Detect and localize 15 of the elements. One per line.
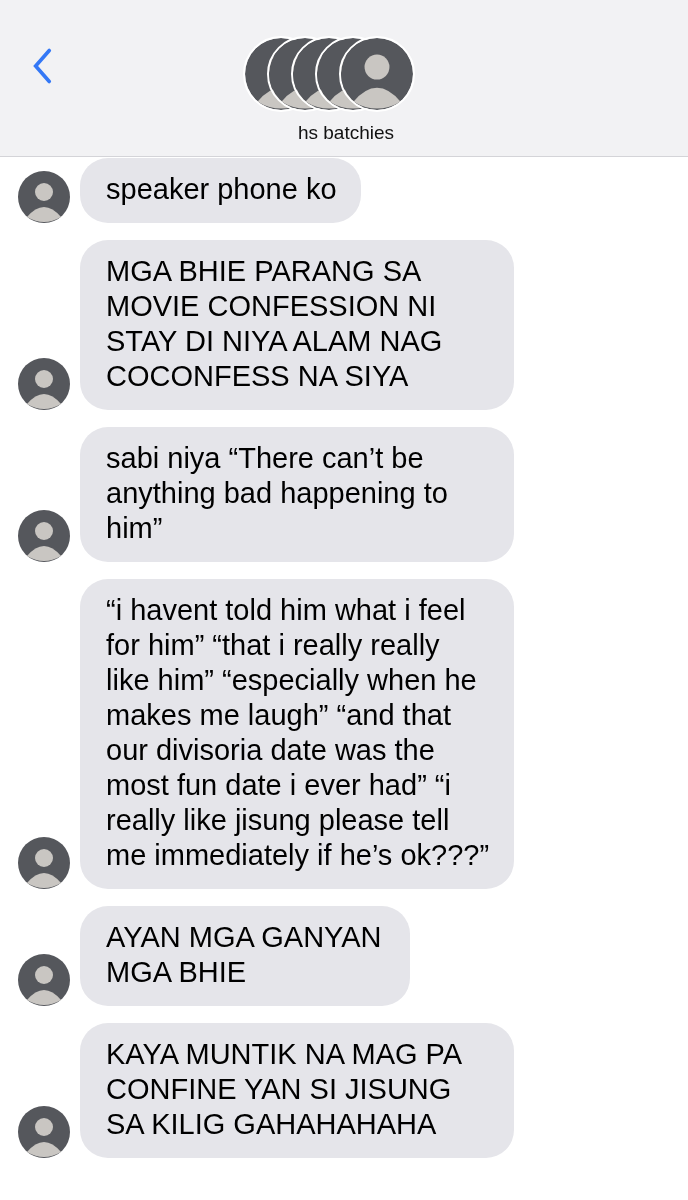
message-bubble: sabi niya “There can’t be anything bad happening to him” [80,427,514,562]
message-bubble: AYAN MGA GANYAN MGA BHIE [80,906,410,1006]
avatar-icon [18,510,70,562]
message-bubble: speaker phone ko [80,158,361,223]
conversation-title[interactable]: hs batchies [293,122,395,144]
avatar-icon [339,36,415,112]
message-bubble: “i havent told him what i feel for him” “that i really really like him” “especially when he makes me laugh” “and that our divisoria date was the most fun date i ever had” “i really like jisung please tell me immediately if he’s ok???” [80,579,514,889]
message-bubble: KAYA MUNTIK NA MAG PA CONFINE YAN SI JISUNG SA KILIG GAHAHAHAHA [80,1023,514,1158]
avatar-icon [18,358,70,410]
avatar-icon [18,837,70,889]
back-icon[interactable] [32,47,52,85]
avatar-icon [18,954,70,1006]
avatar-icon [18,1106,70,1158]
message-bubble: MGA BHIE PARANG SA MOVIE CONFESSION NI STAY DI NIYA ALAM NAG COCONFESS NA SIYA [80,240,514,410]
avatar-icon [18,171,70,223]
